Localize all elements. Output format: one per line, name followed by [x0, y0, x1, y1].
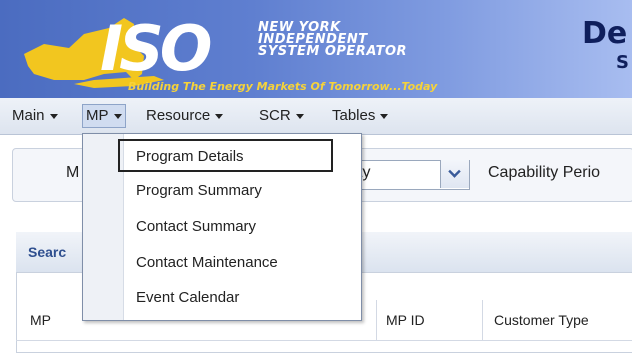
page-title-partial: De	[582, 16, 628, 51]
column-header-customer-type[interactable]: Customer Type	[494, 312, 589, 328]
menu-item-program-summary[interactable]: Program Summary	[136, 182, 262, 199]
panel-title: Searc	[28, 244, 67, 260]
column-header-mp[interactable]: MP	[30, 312, 51, 328]
menu-mp[interactable]: MP	[82, 104, 126, 128]
menu-resource[interactable]: Resource	[146, 106, 224, 126]
chevron-down-icon	[113, 113, 122, 119]
chevron-down-icon	[380, 113, 389, 119]
column-divider	[376, 300, 377, 340]
organization-name: NEW YORK INDEPENDENT SYSTEM OPERATOR	[258, 21, 408, 59]
menu-tables[interactable]: Tables	[332, 106, 389, 126]
page-subtitle-partial: S	[616, 52, 629, 73]
column-header-mp-id[interactable]: MP ID	[386, 312, 425, 328]
org-line-3: SYSTEM OPERATOR	[258, 44, 408, 59]
menu-mp-label: MP	[86, 107, 109, 124]
table-row-divider	[16, 340, 632, 341]
tagline: Building The Energy Markets Of Tomorrow.…	[128, 80, 438, 93]
menu-scr[interactable]: SCR	[259, 106, 304, 126]
chevron-down-icon	[49, 113, 58, 119]
column-divider	[482, 300, 483, 340]
menu-resource-label: Resource	[146, 107, 211, 124]
main-menubar: Main MP Resource SCR Tables	[0, 98, 632, 135]
menu-main[interactable]: Main	[12, 106, 58, 126]
highlight-box	[118, 139, 333, 172]
select-dropdown-button[interactable]	[440, 160, 469, 188]
filter-label-partial: M	[66, 164, 80, 181]
chevron-down-icon	[448, 165, 461, 178]
menu-item-event-calendar[interactable]: Event Calendar	[136, 289, 239, 306]
header-banner: ISO NEW YORK INDEPENDENT SYSTEM OPERATOR…	[0, 0, 632, 98]
chevron-down-icon	[215, 113, 224, 119]
capability-period-label: Capability Perio	[488, 164, 601, 181]
menu-item-contact-maintenance[interactable]: Contact Maintenance	[136, 254, 278, 271]
menu-tables-label: Tables	[332, 107, 376, 124]
chevron-down-icon	[295, 113, 304, 119]
menu-item-contact-summary[interactable]: Contact Summary	[136, 218, 256, 235]
iso-logo-letters: ISO	[100, 12, 212, 85]
menu-scr-label: SCR	[259, 107, 291, 124]
menu-main-label: Main	[12, 107, 45, 124]
